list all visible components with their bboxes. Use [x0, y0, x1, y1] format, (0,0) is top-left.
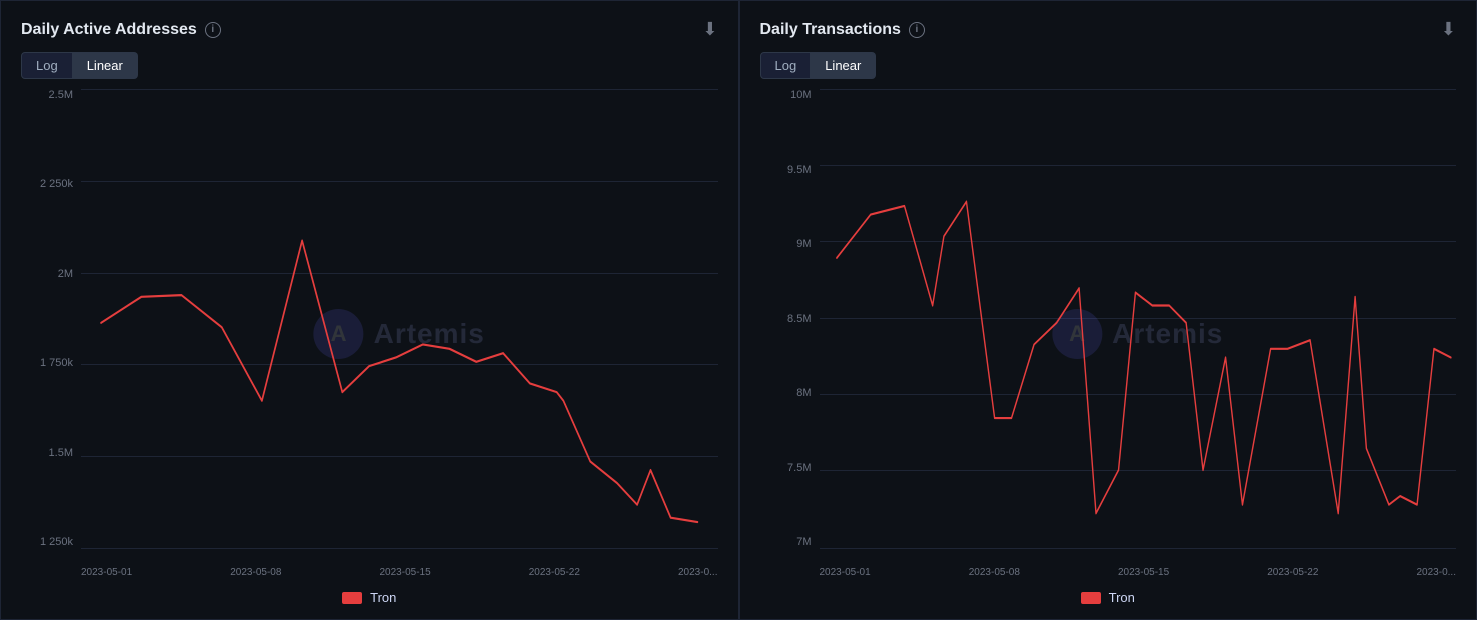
log-toggle-1[interactable]: Log	[21, 52, 73, 79]
chart-title-1: Daily Active Addresses i	[21, 21, 221, 39]
y-label-1-5: 1 250k	[21, 536, 81, 548]
y-label-1-4: 1.5M	[21, 447, 81, 459]
x-axis-2: 2023-05-01 2023-05-08 2023-05-15 2023-05…	[820, 548, 1457, 578]
legend-label-tron-2: Tron	[1109, 590, 1135, 605]
toggle-group-1: Log Linear	[21, 52, 718, 79]
y-label-2-5: 7.5M	[760, 462, 820, 474]
x-axis-1: 2023-05-01 2023-05-08 2023-05-15 2023-05…	[81, 548, 718, 578]
chart-svg-2	[820, 89, 1457, 548]
legend-color-tron-2	[1081, 592, 1101, 604]
y-label-1-1: 2 250k	[21, 178, 81, 190]
y-label-2-6: 7M	[760, 536, 820, 548]
toggle-group-2: Log Linear	[760, 52, 1457, 79]
chart-area-1: 2.5M 2 250k 2M 1 750k 1.5M 1 250k	[21, 89, 718, 578]
chart-title-2: Daily Transactions i	[760, 21, 925, 39]
y-axis-1: 2.5M 2 250k 2M 1 750k 1.5M 1 250k	[21, 89, 81, 578]
y-label-1-0: 2.5M	[21, 89, 81, 101]
legend-2: Tron	[760, 586, 1457, 605]
x-label-2-4: 2023-0...	[1417, 567, 1456, 578]
chart-inner-2: A Artemis 2023-05-01 2023-05-08 2023-05-…	[820, 89, 1457, 578]
chart-area-2: 10M 9.5M 9M 8.5M 8M 7.5M 7M	[760, 89, 1457, 578]
y-axis-2: 10M 9.5M 9M 8.5M 8M 7.5M 7M	[760, 89, 820, 578]
linear-toggle-1[interactable]: Linear	[73, 52, 138, 79]
y-label-2-1: 9.5M	[760, 164, 820, 176]
download-icon-2[interactable]: ⬇	[1441, 19, 1456, 40]
legend-color-tron-1	[342, 592, 362, 604]
chart-header-2: Daily Transactions i ⬇	[760, 19, 1457, 40]
x-label-1-4: 2023-0...	[678, 567, 717, 578]
y-label-2-2: 9M	[760, 238, 820, 250]
legend-label-tron-1: Tron	[370, 590, 396, 605]
download-icon-1[interactable]: ⬇	[702, 19, 717, 40]
chart-title-text-2: Daily Transactions	[760, 21, 901, 39]
chart-title-text-1: Daily Active Addresses	[21, 21, 197, 39]
legend-1: Tron	[21, 586, 718, 605]
charts-container: Daily Active Addresses i ⬇ Log Linear 2.…	[0, 0, 1477, 620]
x-label-1-0: 2023-05-01	[81, 567, 132, 578]
x-label-2-1: 2023-05-08	[969, 567, 1020, 578]
log-toggle-2[interactable]: Log	[760, 52, 812, 79]
y-label-2-0: 10M	[760, 89, 820, 101]
info-icon-2[interactable]: i	[909, 22, 925, 38]
chart-panel-daily-active-addresses: Daily Active Addresses i ⬇ Log Linear 2.…	[0, 0, 739, 620]
chart-inner-1: A Artemis 2023-05-01 2023-05-08 2023-05-…	[81, 89, 718, 578]
info-icon-1[interactable]: i	[205, 22, 221, 38]
y-label-1-3: 1 750k	[21, 357, 81, 369]
x-label-1-3: 2023-05-22	[529, 567, 580, 578]
x-label-2-2: 2023-05-15	[1118, 567, 1169, 578]
y-label-1-2: 2M	[21, 268, 81, 280]
linear-toggle-2[interactable]: Linear	[811, 52, 876, 79]
x-label-1-1: 2023-05-08	[230, 567, 281, 578]
y-label-2-4: 8M	[760, 387, 820, 399]
chart-header-1: Daily Active Addresses i ⬇	[21, 19, 718, 40]
x-label-2-0: 2023-05-01	[820, 567, 871, 578]
x-label-1-2: 2023-05-15	[380, 567, 431, 578]
chart-panel-daily-transactions: Daily Transactions i ⬇ Log Linear 10M 9.…	[739, 0, 1477, 620]
chart-svg-1	[81, 89, 718, 548]
y-label-2-3: 8.5M	[760, 313, 820, 325]
x-label-2-3: 2023-05-22	[1267, 567, 1318, 578]
